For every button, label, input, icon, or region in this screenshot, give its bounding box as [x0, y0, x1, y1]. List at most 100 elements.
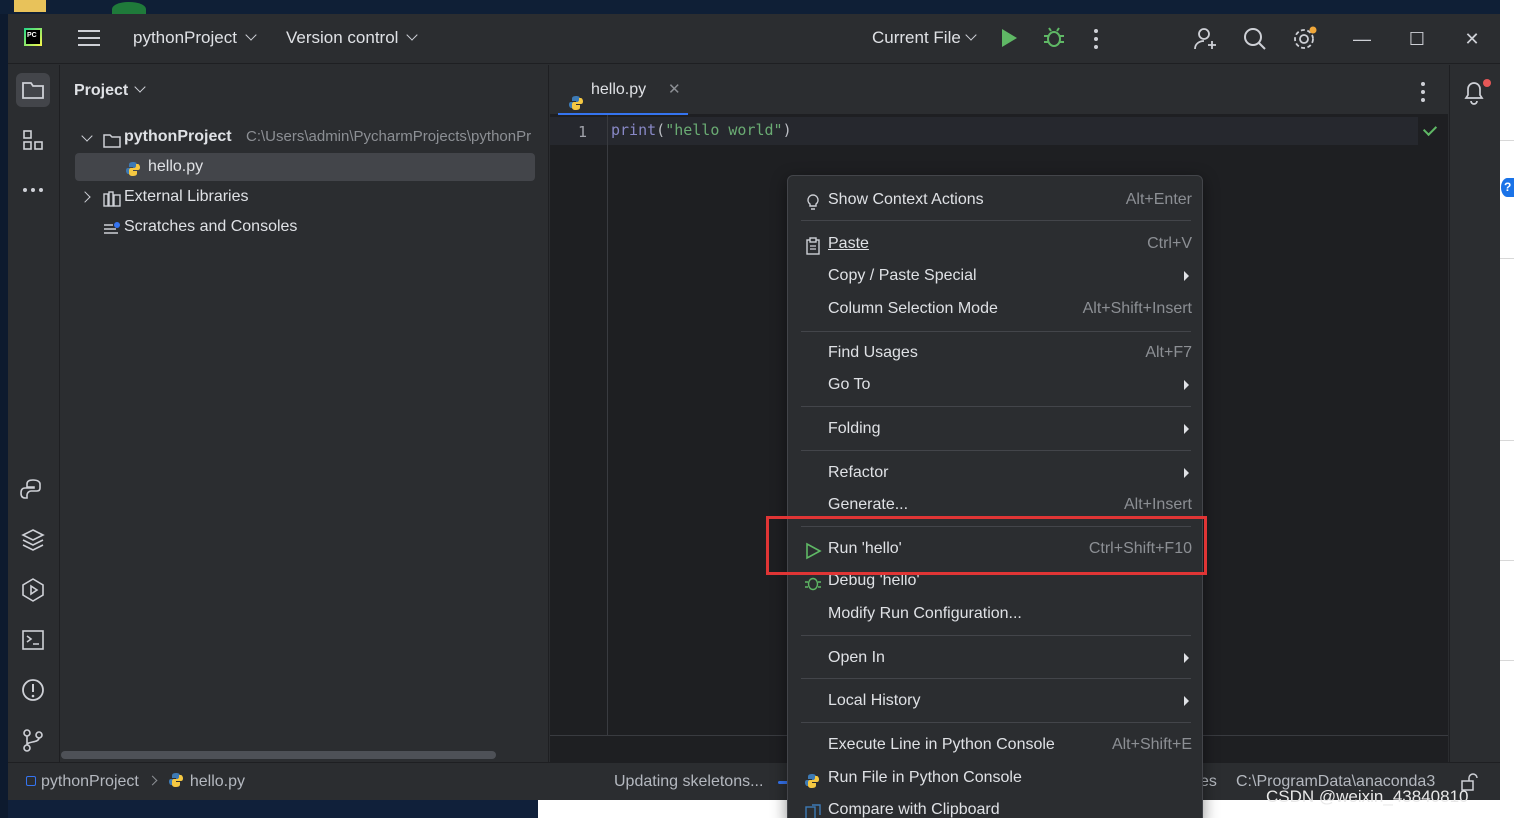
menu-item-label: Run File in Python Console: [828, 769, 1022, 786]
menu-item-run-file-console[interactable]: Run File in Python Console: [788, 762, 1202, 794]
project-panel-header[interactable]: Project: [74, 81, 146, 100]
python-packages-button[interactable]: [16, 473, 50, 507]
scratches-icon: [103, 219, 121, 241]
project-tool-button[interactable]: [16, 73, 50, 107]
menu-item-label: Execute Line in Python Console: [828, 736, 1055, 753]
module-icon: [26, 776, 36, 786]
layers-tool-button[interactable]: [16, 523, 50, 557]
python-icon: [804, 769, 822, 788]
menu-item-find-usages[interactable]: Find Usages Alt+F7: [788, 337, 1202, 369]
menu-item-paste[interactable]: Paste Ctrl+V: [788, 228, 1202, 260]
maximize-button[interactable]: ☐: [1402, 24, 1432, 54]
run-config-label: Current File: [872, 28, 961, 47]
editor-context-menu: Show Context Actions Alt+Enter Paste Ctr…: [787, 175, 1203, 818]
editor-options-icon[interactable]: [1421, 82, 1425, 102]
minimize-button[interactable]: —: [1347, 24, 1377, 54]
no-problems-check-icon[interactable]: [1422, 121, 1438, 137]
menu-item-label: Modify Run Configuration...: [828, 605, 1022, 622]
menu-separator: [801, 635, 1191, 636]
left-tool-strip: [8, 65, 60, 762]
debug-button[interactable]: [1042, 26, 1066, 50]
menu-item-shortcut: Ctrl+V: [1147, 235, 1192, 252]
more-tools-button[interactable]: [16, 173, 50, 207]
horizontal-scrollbar[interactable]: [61, 751, 496, 759]
line-number: 1: [578, 123, 588, 141]
structure-icon: [23, 130, 43, 150]
menu-item-shortcut: Alt+Enter: [1125, 191, 1192, 208]
menu-item-go-to[interactable]: Go To: [788, 369, 1202, 401]
chevron-down-icon: [245, 29, 257, 41]
submenu-arrow-icon: [1184, 696, 1189, 706]
close-tab-icon[interactable]: ✕: [668, 65, 681, 115]
menu-item-execute-line-console[interactable]: Execute Line in Python Console Alt+Shift…: [788, 729, 1202, 761]
menu-item-refactor[interactable]: Refactor: [788, 457, 1202, 489]
tree-item-scratches[interactable]: Scratches and Consoles: [61, 213, 549, 241]
settings-gear-icon[interactable]: [1292, 26, 1317, 50]
menu-item-local-history[interactable]: Local History: [788, 685, 1202, 717]
menu-item-modify-run-config[interactable]: Modify Run Configuration...: [788, 598, 1202, 630]
python-file-icon: [168, 765, 184, 787]
menu-item-open-in[interactable]: Open In: [788, 642, 1202, 674]
run-config-selector[interactable]: Current File: [872, 28, 977, 48]
tree-item-external-libraries[interactable]: External Libraries: [61, 183, 549, 211]
bug-icon: [1044, 27, 1064, 47]
code-line-1[interactable]: print("hello world"): [611, 121, 792, 139]
main-menu-icon[interactable]: [78, 30, 100, 48]
notification-badge: [1483, 79, 1491, 87]
run-button[interactable]: [998, 26, 1022, 50]
chevron-down-icon: [406, 29, 419, 41]
menu-item-shortcut: Alt+Shift+E: [1111, 736, 1192, 753]
tree-item-hello-py[interactable]: hello.py: [75, 153, 535, 181]
git-tool-button[interactable]: [16, 723, 50, 757]
lightbulb-icon: [804, 191, 822, 210]
terminal-tool-button[interactable]: [16, 623, 50, 657]
breadcrumb-file[interactable]: hello.py: [190, 773, 245, 790]
chevron-down-icon: [134, 81, 146, 93]
tree-item-label: External Libraries: [124, 188, 249, 205]
play-icon: [1002, 29, 1017, 47]
menu-item-show-context-actions[interactable]: Show Context Actions Alt+Enter: [788, 184, 1202, 216]
services-tool-button[interactable]: [16, 573, 50, 607]
menu-item-compare-clipboard[interactable]: Compare with Clipboard: [788, 794, 1202, 818]
right-tool-strip: [1449, 65, 1500, 762]
submenu-arrow-icon: [1184, 468, 1189, 478]
structure-tool-button[interactable]: [16, 123, 50, 157]
line-number-gutter: 1: [550, 115, 608, 735]
menu-item-folding[interactable]: Folding: [788, 413, 1202, 445]
close-window-button[interactable]: ✕: [1457, 24, 1487, 54]
project-path-label: C:\Users\admin\PycharmProjects\pythonPr: [246, 128, 532, 145]
help-icon: ?: [1501, 178, 1514, 197]
library-icon: [103, 189, 121, 211]
code-string: "hello world": [665, 121, 783, 139]
problems-tool-button[interactable]: [16, 673, 50, 707]
menu-item-label: Compare with Clipboard: [828, 801, 1000, 818]
menu-item-label: Folding: [828, 420, 881, 437]
background-window: [1500, 0, 1514, 818]
menu-item-copy-paste-special[interactable]: Copy / Paste Special: [788, 260, 1202, 292]
menu-item-column-selection-mode[interactable]: Column Selection Mode Alt+Shift+Insert: [788, 293, 1202, 325]
tree-item-label: hello.py: [148, 158, 204, 175]
vcs-widget[interactable]: Version control: [286, 28, 419, 48]
breadcrumb-project[interactable]: pythonProject: [41, 773, 139, 790]
more-actions-icon[interactable]: [1094, 29, 1098, 49]
annotation-highlight-box: [766, 516, 1207, 575]
menu-item-label: Copy / Paste Special: [828, 267, 977, 284]
tab-hello-py[interactable]: hello.py ✕: [558, 65, 688, 115]
warning-circle-icon: [22, 679, 44, 701]
project-switcher[interactable]: pythonProject: [133, 28, 257, 48]
vcs-label: Version control: [286, 28, 399, 47]
breadcrumb: pythonProject hello.py: [26, 763, 245, 801]
ide-window: PC pythonProject Version control Current…: [8, 14, 1500, 800]
search-icon[interactable]: [1242, 26, 1266, 50]
pycharm-logo-icon: PC: [24, 28, 42, 46]
tree-item-label: pythonProject: [124, 128, 232, 145]
project-panel-title: Project: [74, 82, 129, 99]
terminal-icon: [22, 630, 44, 650]
tree-item-project-root[interactable]: pythonProject C:\Users\admin\PycharmProj…: [61, 123, 549, 151]
git-branch-icon: [23, 729, 43, 752]
layers-icon: [21, 529, 45, 551]
submenu-arrow-icon: [1184, 380, 1189, 390]
add-user-icon[interactable]: [1193, 26, 1217, 50]
background-task-status[interactable]: Updating skeletons...: [614, 763, 763, 801]
menu-item-label: Show Context Actions: [828, 191, 984, 208]
